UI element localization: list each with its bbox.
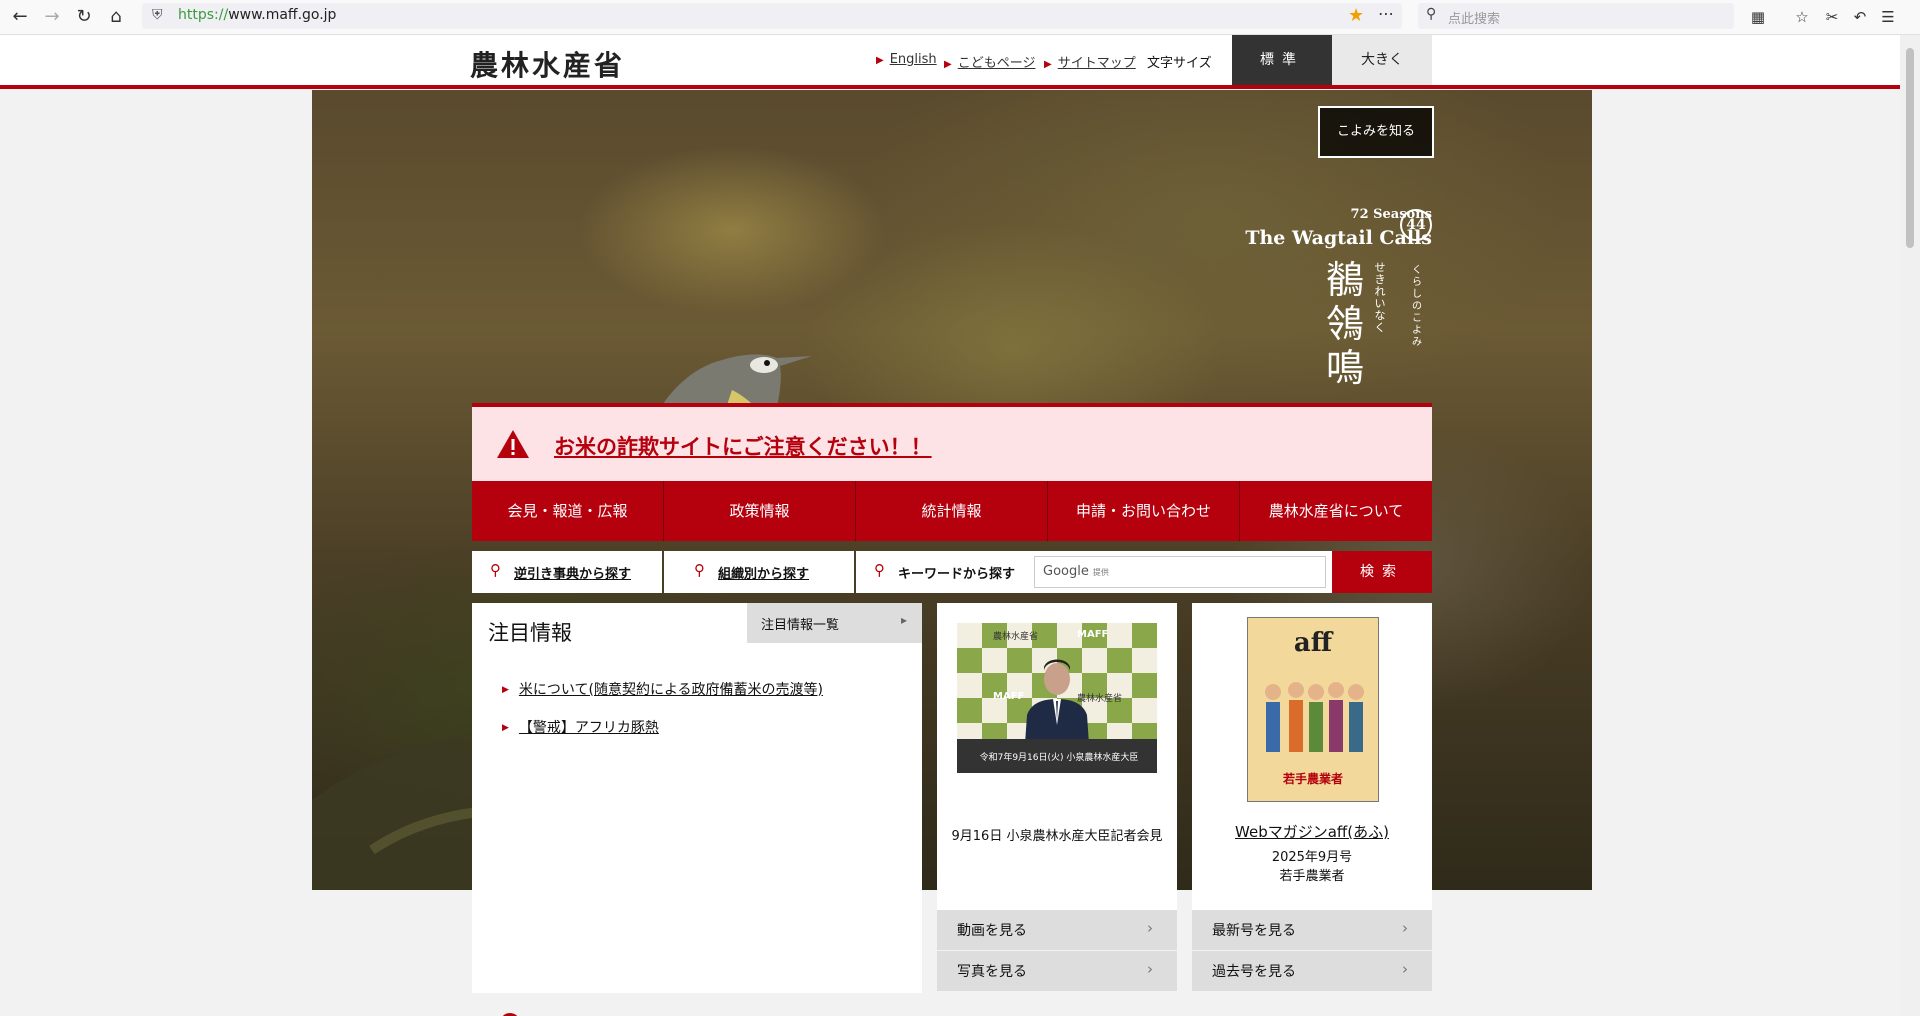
search-row: ⚲ 逆引き事典から探す ⚲ 組織別から探す ⚲ キーワードから探す Google… xyxy=(472,551,1432,593)
kanji-3: 鳴 xyxy=(1325,346,1364,390)
backdrop-text: MAFF xyxy=(1077,629,1109,640)
main-nav: 会見・報道・広報 政策情報 統計情報 申請・お問い合わせ 農林水産省について xyxy=(472,481,1432,541)
season-title: The Wagtail Calls xyxy=(1245,227,1432,249)
magazine-link[interactable]: Webマガジンaff(あふ) xyxy=(1202,821,1422,842)
browser-search-input[interactable]: ⚲ 点此搜索 xyxy=(1418,3,1734,29)
google-watermark: Google 提供 xyxy=(1043,564,1109,579)
site-logo[interactable]: 農林水産省 xyxy=(470,44,625,84)
magnifier-icon: ⚲ xyxy=(490,561,501,579)
attention-list-link[interactable]: 注目情報一覧 ▸ xyxy=(747,603,922,643)
link-english[interactable]: ▶ English xyxy=(876,52,937,67)
kanji-2: 鴒 xyxy=(1325,302,1364,346)
season-kanji: 鶺 鴒 鳴 xyxy=(1320,258,1370,390)
magazine-topic: 若手農業者 xyxy=(1279,869,1345,884)
arrow-icon: ▶ xyxy=(1044,59,1052,70)
header-divider xyxy=(0,85,1900,89)
view-photos-button[interactable]: 写真を見る › xyxy=(937,951,1177,991)
chevron-right-icon: ▸ xyxy=(901,613,908,627)
forward-icon[interactable]: → xyxy=(40,5,64,29)
apps-grid-icon[interactable]: ▦ xyxy=(1746,5,1770,29)
attention-item[interactable]: ▶ 【警戒】アフリカ豚熱 xyxy=(502,717,659,737)
magazine-card: aff 若手農業者 Webマガジンaff(あふ) 2025年9月号 若手農業者 xyxy=(1192,603,1432,915)
nav-application[interactable]: 申請・お問い合わせ xyxy=(1048,481,1240,541)
more-icon[interactable]: ⋯ xyxy=(1378,4,1394,23)
site-header: 農林水産省 ▶ English ▶ こどもページ ▶ サイトマップ 文字サイズ 標準 … xyxy=(0,35,1900,85)
magazine-cover[interactable]: aff 若手農業者 xyxy=(1247,617,1379,802)
arrow-icon: ▶ xyxy=(502,685,509,695)
magazine-cover-title: aff xyxy=(1293,628,1333,658)
link-sitemap[interactable]: ▶ サイトマップ xyxy=(1044,52,1136,71)
latest-issue-button[interactable]: 最新号を見る › xyxy=(1192,910,1432,950)
chevron-right-icon: › xyxy=(1402,919,1408,937)
nav-policy[interactable]: 政策情報 xyxy=(664,481,856,541)
address-bar[interactable]: ⛨ https://www.maff.go.jp ★ ⋯ xyxy=(142,3,1402,29)
warning-icon xyxy=(497,430,529,458)
alert-banner: お米の詐欺サイトにご注意ください！！ xyxy=(472,403,1432,485)
press-conference-photo[interactable]: 農林水産省 MAFF 農林水産省 MAFF 令和7年9月16日(火) 小泉農林水… xyxy=(957,623,1157,773)
backdrop-text: 農林水産省 xyxy=(993,632,1039,642)
nav-about[interactable]: 農林水産省について xyxy=(1240,481,1432,541)
kurashi-label: くらしのこよみ xyxy=(1412,265,1422,348)
arrow-icon: ▶ xyxy=(876,55,884,66)
search-button[interactable]: 検索 xyxy=(1332,551,1432,593)
arrow-icon: ▶ xyxy=(944,59,952,70)
press-conference-caption: 9月16日 小泉農林水産大臣記者会見 xyxy=(951,829,1163,844)
back-icon[interactable]: ← xyxy=(8,5,32,29)
chevron-right-icon: › xyxy=(1147,919,1153,937)
magazine-issue-date: 2025年9月号 xyxy=(1271,850,1353,865)
season-number-badge: 44 xyxy=(1400,209,1432,241)
attention-item[interactable]: ▶ 米について(随意契約による政府備蓄米の売渡等) xyxy=(502,679,823,699)
kanji-1: 鶺 xyxy=(1325,258,1364,302)
undo-icon[interactable]: ↶ xyxy=(1848,5,1872,29)
magnifier-icon: ⚲ xyxy=(694,561,705,579)
font-size-label: 文字サイズ xyxy=(1147,56,1212,71)
search-icon: ⚲ xyxy=(1426,6,1437,22)
keyword-search: ⚲ キーワードから探す Google 提供 xyxy=(856,551,1332,593)
menu-icon[interactable]: ☰ xyxy=(1876,5,1900,29)
font-size-large-button[interactable]: 大きく xyxy=(1332,35,1432,85)
bookmarks-icon[interactable]: ☆ xyxy=(1790,5,1814,29)
by-organization-link[interactable]: ⚲ 組織別から探す xyxy=(664,551,854,593)
photo-caption: 令和7年9月16日(火) 小泉農林水産大臣 xyxy=(979,753,1139,763)
scissors-icon[interactable]: ✂ xyxy=(1820,5,1844,29)
back-issues-button[interactable]: 過去号を見る › xyxy=(1192,951,1432,991)
reverse-dictionary-link[interactable]: ⚲ 逆引き事典から探す xyxy=(472,551,662,593)
url-text: https://www.maff.go.jp xyxy=(178,7,337,23)
keyword-input[interactable]: Google 提供 xyxy=(1034,556,1326,588)
font-size-standard-button[interactable]: 標準 xyxy=(1232,35,1332,85)
nav-statistics[interactable]: 統計情報 xyxy=(856,481,1048,541)
koyomi-button[interactable]: こよみを知る xyxy=(1318,106,1434,158)
magnifier-icon: ⚲ xyxy=(874,561,885,579)
alert-link[interactable]: お米の詐欺サイトにご注意ください！！ xyxy=(554,431,932,461)
attention-panel: 注目情報 注目情報一覧 ▸ ▶ 米について(随意契約による政府備蓄米の売渡等) ▶… xyxy=(472,603,922,993)
link-kids[interactable]: ▶ こどもページ xyxy=(944,52,1035,71)
kanji-reading: せきれいなく xyxy=(1374,261,1386,334)
press-conference-card: 農林水産省 MAFF 農林水産省 MAFF 令和7年9月16日(火) 小泉農林水… xyxy=(937,603,1177,915)
browser-toolbar: ← → ↻ ⌂ ⛨ https://www.maff.go.jp ★ ⋯ ⚲ 点… xyxy=(0,0,1920,35)
arrow-icon: ▶ xyxy=(502,723,509,733)
attention-title: 注目情報 xyxy=(488,621,572,645)
home-icon[interactable]: ⌂ xyxy=(104,5,128,29)
bookmark-star-icon[interactable]: ★ xyxy=(1348,5,1364,26)
keyword-label: キーワードから探す xyxy=(898,567,1016,582)
reload-icon[interactable]: ↻ xyxy=(72,5,96,29)
farmers-illustration xyxy=(1265,682,1364,752)
search-placeholder: 点此搜索 xyxy=(1448,12,1501,27)
shield-icon: ⛨ xyxy=(152,7,163,23)
web-page: 農林水産省 ▶ English ▶ こどもページ ▶ サイトマップ 文字サイズ 標準 … xyxy=(0,35,1900,1016)
magazine-cover-topic: 若手農業者 xyxy=(1282,772,1343,786)
nav-press[interactable]: 会見・報道・広報 xyxy=(472,481,664,541)
scrollbar-thumb[interactable] xyxy=(1906,48,1914,248)
chevron-right-icon: › xyxy=(1147,960,1153,978)
watch-video-button[interactable]: 動画を見る › xyxy=(937,910,1177,950)
chevron-right-icon: › xyxy=(1402,960,1408,978)
